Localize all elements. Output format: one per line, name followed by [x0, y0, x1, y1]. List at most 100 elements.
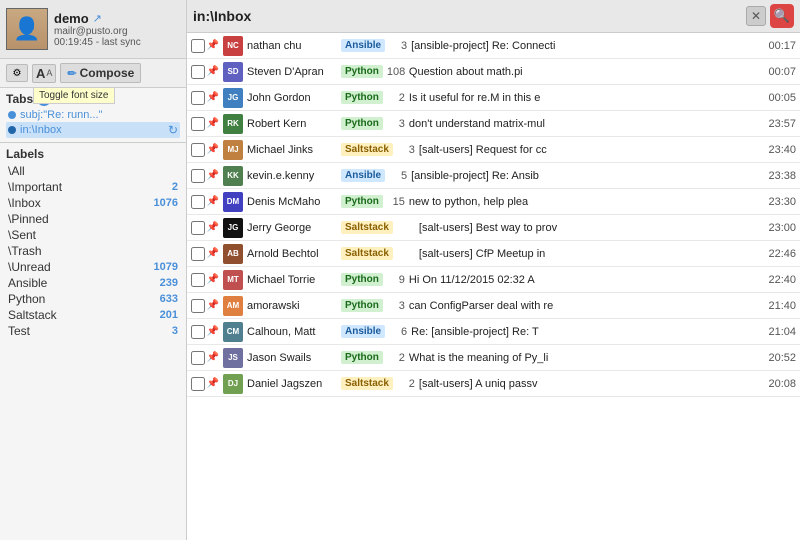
- email-checkbox[interactable]: [191, 65, 205, 79]
- avatar: RK: [223, 114, 243, 134]
- label-item[interactable]: \Unread1079: [6, 259, 180, 275]
- profile-area: 👤 demo ↗ mailr@pusto.org 00:19:45 - last…: [0, 0, 186, 59]
- pin-icon: 📌: [207, 143, 219, 157]
- email-rows: 📌NCnathan chuAnsible3[ansible-project] R…: [187, 33, 800, 397]
- email-subject: Re: [ansible-project] Re: T: [411, 326, 762, 338]
- email-tag: Python: [341, 351, 383, 364]
- email-time: 23:38: [768, 170, 796, 182]
- label-name: Python: [8, 292, 160, 306]
- settings-icon[interactable]: ⚙: [6, 64, 28, 82]
- email-count: 3: [389, 40, 407, 52]
- email-sender: Calhoun, Matt: [247, 326, 337, 338]
- font-size-button[interactable]: A A Toggle font size: [32, 64, 56, 83]
- label-item[interactable]: Saltstack201: [6, 307, 180, 323]
- email-tag: Python: [341, 195, 383, 208]
- email-checkbox[interactable]: [191, 351, 205, 365]
- email-sender: Robert Kern: [247, 118, 337, 130]
- email-checkbox[interactable]: [191, 221, 205, 235]
- email-time: 23:00: [768, 222, 796, 234]
- compose-button[interactable]: ✏ Compose: [60, 63, 141, 83]
- search-bar: in:\Inbox ✕ 🔍: [187, 0, 800, 33]
- email-subject: [ansible-project] Re: Connecti: [411, 40, 762, 52]
- tab-dot-active-icon: [8, 126, 16, 134]
- profile-info: demo ↗ mailr@pusto.org 00:19:45 - last s…: [54, 11, 180, 48]
- label-item[interactable]: \All: [6, 163, 180, 179]
- profile-arrow-icon[interactable]: ↗: [93, 12, 102, 25]
- label-item[interactable]: Test3: [6, 323, 180, 339]
- email-count: 9: [387, 274, 405, 286]
- pin-icon: 📌: [207, 169, 219, 183]
- search-button[interactable]: 🔍: [770, 4, 794, 28]
- email-count: 2: [387, 92, 405, 104]
- email-checkbox[interactable]: [191, 91, 205, 105]
- email-time: 23:40: [768, 144, 796, 156]
- email-checkbox[interactable]: [191, 273, 205, 287]
- table-row[interactable]: 📌DJDaniel JagszenSaltstack2[salt-users] …: [187, 371, 800, 397]
- label-item[interactable]: \Inbox1076: [6, 195, 180, 211]
- email-time: 23:30: [768, 196, 796, 208]
- table-row[interactable]: 📌NCnathan chuAnsible3[ansible-project] R…: [187, 33, 800, 59]
- email-checkbox[interactable]: [191, 143, 205, 157]
- email-checkbox[interactable]: [191, 195, 205, 209]
- table-row[interactable]: 📌KKkevin.e.kennyAnsible5[ansible-project…: [187, 163, 800, 189]
- table-row[interactable]: 📌MTMichael TorriePython9Hi On 11/12/2015…: [187, 267, 800, 293]
- label-item[interactable]: Python633: [6, 291, 180, 307]
- table-row[interactable]: 📌CMCalhoun, MattAnsible6Re: [ansible-pro…: [187, 319, 800, 345]
- search-clear-button[interactable]: ✕: [746, 6, 766, 26]
- pin-icon: 📌: [207, 273, 219, 287]
- email-tag: Ansible: [341, 169, 385, 182]
- label-item[interactable]: \Sent: [6, 227, 180, 243]
- pin-icon: 📌: [207, 195, 219, 209]
- email-subject: don't understand matrix-mul: [409, 118, 763, 130]
- table-row[interactable]: 📌AMamorawskiPython3can ConfigParser deal…: [187, 293, 800, 319]
- email-tag: Saltstack: [341, 247, 393, 260]
- table-row[interactable]: 📌JGJerry GeorgeSaltstack[salt-users] Bes…: [187, 215, 800, 241]
- email-sender: John Gordon: [247, 92, 337, 104]
- email-tag: Ansible: [341, 39, 385, 52]
- email-subject: Question about math.pi: [409, 66, 763, 78]
- avatar: MJ: [223, 140, 243, 160]
- email-time: 20:52: [768, 352, 796, 364]
- refresh-icon[interactable]: ↻: [168, 123, 178, 137]
- email-checkbox[interactable]: [191, 377, 205, 391]
- pin-icon: 📌: [207, 351, 219, 365]
- email-checkbox[interactable]: [191, 169, 205, 183]
- email-checkbox[interactable]: [191, 299, 205, 313]
- email-checkbox[interactable]: [191, 325, 205, 339]
- email-tag: Python: [341, 91, 383, 104]
- tab-item-search[interactable]: subj:"Re: runn...": [6, 108, 180, 122]
- table-row[interactable]: 📌ABArnold BechtolSaltstack[salt-users] C…: [187, 241, 800, 267]
- pin-icon: 📌: [207, 377, 219, 391]
- email-checkbox[interactable]: [191, 39, 205, 53]
- table-row[interactable]: 📌JGJohn GordonPython2Is it useful for re…: [187, 85, 800, 111]
- email-sender: Michael Jinks: [247, 144, 337, 156]
- label-item[interactable]: \Trash: [6, 243, 180, 259]
- avatar: KK: [223, 166, 243, 186]
- email-tag: Python: [341, 273, 383, 286]
- email-checkbox[interactable]: [191, 117, 205, 131]
- table-row[interactable]: 📌MJMichael JinksSaltstack3[salt-users] R…: [187, 137, 800, 163]
- email-count: 108: [387, 66, 405, 78]
- table-row[interactable]: 📌SDSteven D'ApranPython108Question about…: [187, 59, 800, 85]
- email-tag: Saltstack: [341, 221, 393, 234]
- email-checkbox[interactable]: [191, 247, 205, 261]
- sidebar: 👤 demo ↗ mailr@pusto.org 00:19:45 - last…: [0, 0, 187, 540]
- avatar: DJ: [223, 374, 243, 394]
- label-item[interactable]: \Important2: [6, 179, 180, 195]
- profile-sync: 00:19:45 - last sync: [54, 37, 180, 48]
- email-count: 3: [387, 300, 405, 312]
- pin-icon: 📌: [207, 221, 219, 235]
- label-item[interactable]: \Pinned: [6, 211, 180, 227]
- avatar: NC: [223, 36, 243, 56]
- table-row[interactable]: 📌JSJason SwailsPython2What is the meanin…: [187, 345, 800, 371]
- email-sender: Arnold Bechtol: [247, 248, 337, 260]
- tab-item-inbox[interactable]: in:\Inbox ↻: [6, 122, 180, 138]
- pin-icon: 📌: [207, 117, 219, 131]
- avatar: 👤: [6, 8, 48, 50]
- label-item[interactable]: Ansible239: [6, 275, 180, 291]
- avatar: AB: [223, 244, 243, 264]
- table-row[interactable]: 📌DMDenis McMahoPython15new to python, he…: [187, 189, 800, 215]
- avatar: CM: [223, 322, 243, 342]
- email-sender: Daniel Jagszen: [247, 378, 337, 390]
- table-row[interactable]: 📌RKRobert KernPython3don't understand ma…: [187, 111, 800, 137]
